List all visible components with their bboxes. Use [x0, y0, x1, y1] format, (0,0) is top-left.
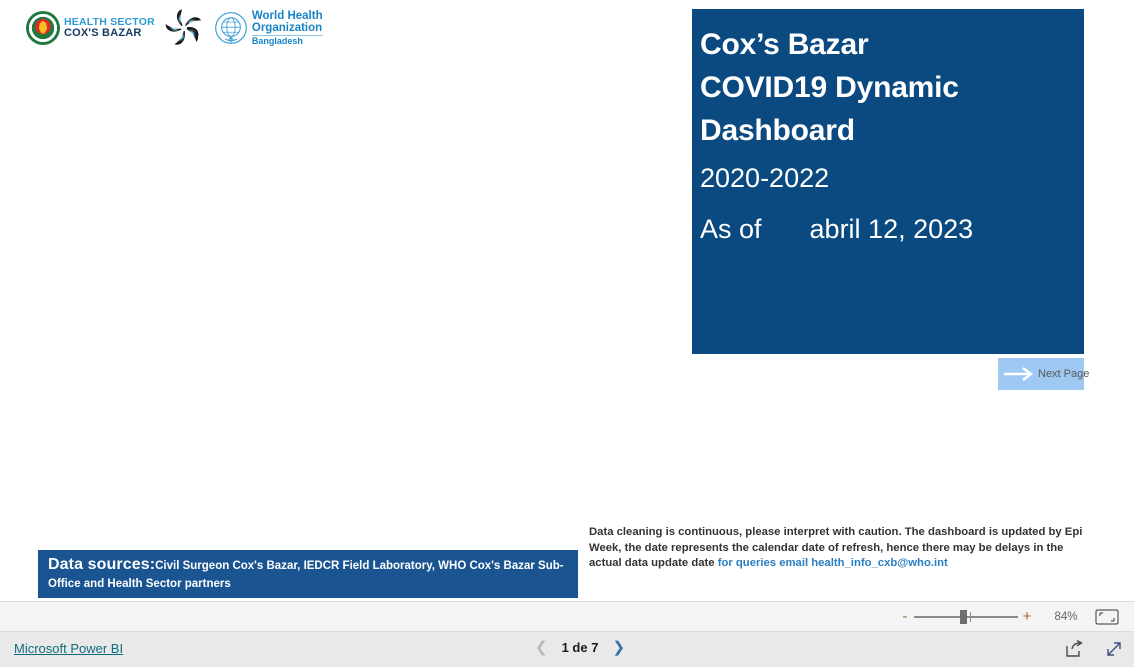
logo-health-sector-coxs-bazar: HEALTH SECTOR COX'S BAZAR: [26, 11, 155, 45]
data-sources-panel: Data sources:Civil Surgeon Cox's Bazar, …: [38, 550, 578, 598]
title-line-1: Cox’s Bazar: [700, 28, 869, 61]
swirl-logo-icon: [165, 9, 201, 45]
zoom-in-button[interactable]: +: [1020, 609, 1034, 624]
next-page-label: Next Page: [1038, 368, 1090, 380]
who-line1: World Health: [251, 9, 323, 22]
fit-to-page-icon[interactable]: [1094, 608, 1120, 626]
dashboard-title-card: Cox’s Bazar COVID19 Dynamic Dashboard 20…: [692, 9, 1084, 354]
status-bar-icons: [1064, 639, 1124, 659]
microsoft-power-bi-link[interactable]: Microsoft Power BI: [14, 641, 123, 656]
title-years: 2020-2022: [700, 163, 830, 193]
zoom-out-button[interactable]: -: [898, 609, 912, 624]
zoom-slider-tick: [970, 611, 971, 622]
share-icon[interactable]: [1064, 639, 1084, 659]
zoom-slider[interactable]: [914, 609, 1018, 625]
logo-band: HEALTH SECTOR COX'S BAZAR World Health O…: [26, 2, 323, 54]
who-wordmark: World Health Organization Bangladesh: [251, 9, 323, 47]
health-sector-wordmark: HEALTH SECTOR COX'S BAZAR: [64, 16, 155, 39]
page-indicator-label: 1 de 7: [561, 640, 599, 655]
fullscreen-icon[interactable]: [1104, 639, 1124, 659]
report-canvas: HEALTH SECTOR COX'S BAZAR World Health O…: [0, 0, 1134, 601]
page-navigator: ❮ 1 de 7 ❯: [535, 640, 625, 655]
title-line-3: Dashboard: [700, 114, 855, 147]
who-line3: Bangladesh: [251, 34, 323, 47]
zoom-percent-label: 84%: [1054, 610, 1078, 623]
title-line-2: COVID19 Dynamic: [700, 71, 959, 104]
chevron-left-icon[interactable]: ❮: [535, 640, 548, 655]
health-sector-line2: COX'S BAZAR: [64, 26, 142, 39]
as-of-date: abril 12, 2023: [809, 214, 974, 244]
who-line2: Organization: [251, 21, 323, 34]
zoom-toolbar: - + 84%: [0, 601, 1134, 632]
as-of-label: As of: [700, 214, 762, 244]
disclaimer-caption: Data cleaning is continuous, please inte…: [589, 525, 1089, 572]
bangladesh-emblem-icon: [26, 11, 60, 45]
arrow-right-icon: [1004, 367, 1033, 381]
chevron-right-icon[interactable]: ❯: [612, 640, 625, 655]
next-page-button[interactable]: Next Page: [998, 358, 1089, 390]
status-bar: Microsoft Power BI ❮ 1 de 7 ❯: [0, 632, 1134, 667]
email-link[interactable]: for queries email health_info_cxb@who.in…: [718, 557, 948, 569]
data-sources-label: Data sources:: [48, 556, 156, 573]
zoom-slider-thumb[interactable]: [960, 609, 967, 624]
logo-world-health-organization: World Health Organization Bangladesh: [209, 10, 323, 47]
who-globe-icon: [214, 12, 247, 44]
title-as-of: As of abril 12, 2023: [692, 204, 1084, 254]
